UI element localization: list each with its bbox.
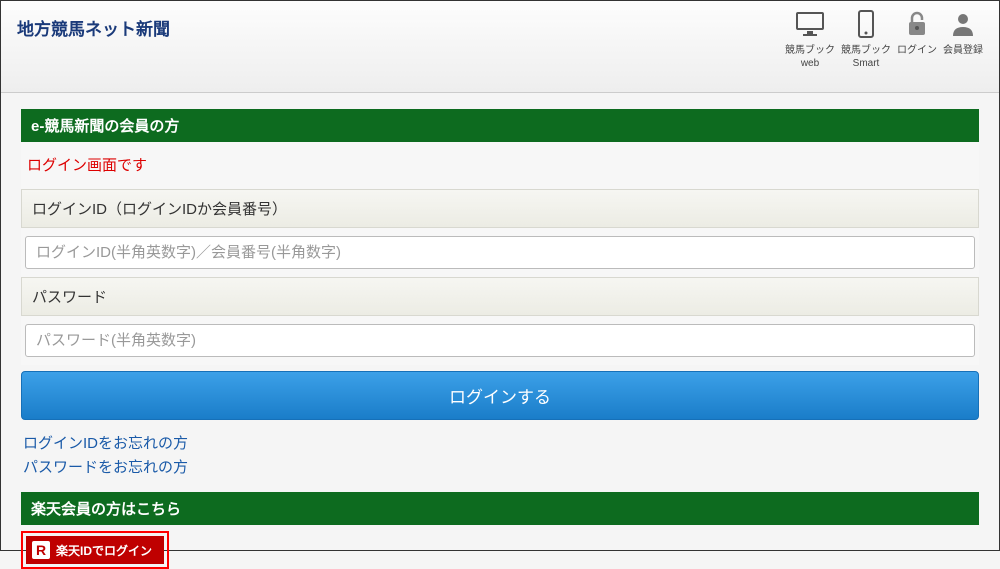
- login-id-input-wrap: [21, 228, 979, 277]
- site-title[interactable]: 地方競馬ネット新聞: [17, 9, 170, 40]
- login-id-input[interactable]: [25, 236, 975, 269]
- rakuten-logo-icon: R: [32, 541, 50, 559]
- rakuten-login-button[interactable]: R 楽天IDでログイン: [26, 536, 164, 564]
- forgot-links: ログインIDをお忘れの方 パスワードをお忘れの方: [21, 428, 979, 492]
- rakuten-header: 楽天会員の方はこちら: [21, 492, 979, 525]
- nav-keibabook-web[interactable]: 競馬ブック web: [785, 9, 835, 69]
- nav-sublabel: web: [801, 58, 819, 69]
- login-notice: ログイン画面です: [21, 142, 979, 189]
- nav-label: 競馬ブック: [785, 41, 835, 56]
- header: 地方競馬ネット新聞 競馬ブック web 競馬ブック Smart ログイン: [1, 1, 999, 93]
- login-submit-button[interactable]: ログインする: [21, 371, 979, 420]
- member-login-header: e-競馬新聞の会員の方: [21, 109, 979, 142]
- user-icon: [945, 9, 981, 39]
- nav-label: ログイン: [897, 41, 937, 56]
- lock-icon: [899, 9, 935, 39]
- content: e-競馬新聞の会員の方 ログイン画面です ログインID（ログインIDか会員番号）…: [1, 93, 999, 569]
- password-label: パスワード: [21, 277, 979, 316]
- password-input-wrap: [21, 316, 979, 365]
- smartphone-icon: [848, 9, 884, 39]
- rakuten-section: 楽天会員の方はこちら R 楽天IDでログイン: [21, 492, 979, 569]
- login-id-label: ログインID（ログインIDか会員番号）: [21, 189, 979, 228]
- monitor-icon: [792, 9, 828, 39]
- forgot-id-link[interactable]: ログインIDをお忘れの方: [23, 432, 977, 456]
- nav-keibabook-smart[interactable]: 競馬ブック Smart: [841, 9, 891, 69]
- password-input[interactable]: [25, 324, 975, 357]
- rakuten-button-highlight: R 楽天IDでログイン: [21, 531, 169, 569]
- forgot-password-link[interactable]: パスワードをお忘れの方: [23, 456, 977, 480]
- rakuten-button-label: 楽天IDでログイン: [56, 542, 152, 559]
- nav-sublabel: Smart: [853, 58, 880, 69]
- nav-icons: 競馬ブック web 競馬ブック Smart ログイン 会員登録: [785, 9, 983, 69]
- nav-login[interactable]: ログイン: [897, 9, 937, 56]
- nav-label: 競馬ブック: [841, 41, 891, 56]
- nav-register[interactable]: 会員登録: [943, 9, 983, 56]
- nav-label: 会員登録: [943, 41, 983, 56]
